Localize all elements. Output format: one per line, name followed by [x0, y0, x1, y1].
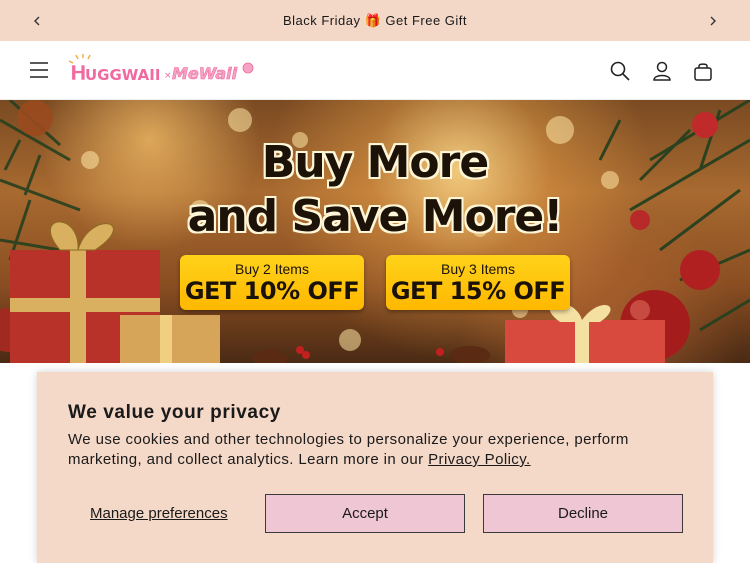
site-logo[interactable]: H UGGWAII × MeWaii — [68, 53, 258, 89]
privacy-policy-link[interactable]: Privacy Policy. — [428, 451, 530, 468]
offer-discount: GET 10% OFF — [184, 277, 360, 305]
svg-text:UGGWAII: UGGWAII — [85, 66, 160, 84]
announcement-next-button[interactable] — [695, 0, 731, 41]
cookie-consent-banner: We value your privacy We use cookies and… — [37, 372, 713, 563]
svg-text:MeWaii: MeWaii — [172, 64, 238, 83]
svg-text:×: × — [164, 71, 172, 81]
account-icon — [653, 61, 671, 81]
chevron-left-icon — [34, 16, 40, 25]
cookie-body-text: We use cookies and other technologies to… — [68, 431, 629, 468]
offer-condition: Buy 2 Items — [235, 261, 309, 277]
hero-title-line-2: and Save More! — [187, 191, 564, 242]
search-icon — [610, 61, 630, 81]
chevron-right-icon — [710, 16, 716, 25]
offer-condition: Buy 3 Items — [441, 261, 515, 277]
hero-title: Buy More and Save More! — [170, 136, 580, 244]
offer-badge-3-items: Buy 3 Items GET 15% OFF — [386, 255, 570, 310]
search-button[interactable] — [606, 57, 634, 85]
cart-button[interactable] — [689, 57, 717, 85]
cookie-title: We value your privacy — [68, 402, 281, 423]
announcement-bar: Black Friday 🎁 Get Free Gift — [0, 0, 750, 41]
menu-icon — [30, 62, 48, 78]
announcement-text[interactable]: Black Friday 🎁 Get Free Gift — [283, 13, 467, 29]
decline-button[interactable]: Decline — [483, 494, 683, 533]
site-header: H UGGWAII × MeWaii — [0, 41, 750, 100]
cookie-description: We use cookies and other technologies to… — [68, 430, 668, 470]
hero-banner[interactable]: Buy More and Save More! Buy 2 Items GET … — [0, 100, 750, 363]
offer-discount: GET 15% OFF — [390, 277, 566, 305]
offer-badge-2-items: Buy 2 Items GET 10% OFF — [180, 255, 364, 310]
account-button[interactable] — [648, 57, 676, 85]
cart-icon — [694, 63, 712, 81]
hero-title-line-1: Buy More — [261, 137, 489, 188]
manage-preferences-link[interactable]: Manage preferences — [90, 505, 228, 522]
announcement-prev-button[interactable] — [19, 0, 55, 41]
logo-graphic: H UGGWAII × MeWaii — [68, 54, 254, 85]
menu-button[interactable] — [26, 57, 52, 83]
accept-button[interactable]: Accept — [265, 494, 465, 533]
